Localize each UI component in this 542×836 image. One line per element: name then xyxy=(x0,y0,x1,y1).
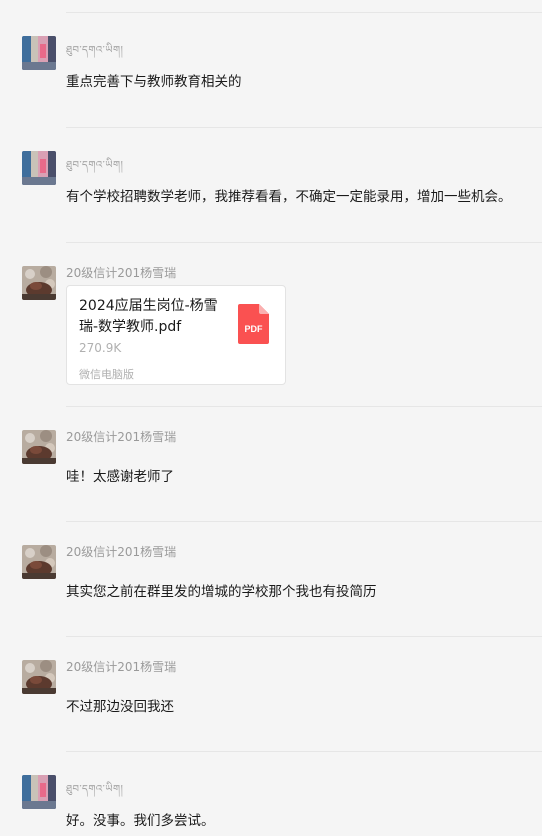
sender-name: ཐུབ་དགའ་ཡིག། xyxy=(66,160,124,171)
message-divider xyxy=(66,406,542,407)
message-divider xyxy=(66,521,542,522)
message-divider xyxy=(66,242,542,243)
sender-name: ཐུབ་དགའ་ཡིག། xyxy=(66,45,124,56)
message-divider xyxy=(66,127,542,128)
student-avatar[interactable] xyxy=(22,545,56,579)
message-text[interactable]: 哇！太感谢老师了 xyxy=(66,465,532,485)
message-text[interactable]: 不过那边没回我还 xyxy=(66,695,532,715)
sender-name: 20级信计201杨雪瑞 xyxy=(66,545,177,559)
teacher-avatar[interactable] xyxy=(22,151,56,185)
sender-name: ཐུབ་དགའ་ཡིག། xyxy=(66,784,124,795)
message-text[interactable]: 重点完善下与教师教育相关的 xyxy=(66,70,532,90)
message-text[interactable]: 有个学校招聘数学老师，我推荐看看，不确定一定能录用，增加一些机会。 xyxy=(66,185,532,205)
message-text[interactable]: 好。没事。我们多尝试。 xyxy=(66,809,532,829)
pdf-file-icon: PDF xyxy=(238,304,269,344)
sender-name: 20级信计201杨雪瑞 xyxy=(66,430,177,444)
sender-name: 20级信计201杨雪瑞 xyxy=(66,660,177,674)
sender-name: 20级信计201杨雪瑞 xyxy=(66,266,177,280)
student-avatar[interactable] xyxy=(22,430,56,464)
message-divider xyxy=(66,12,542,13)
file-size: 270.9K xyxy=(79,341,122,355)
file-name: 2024应届生岗位-杨雪瑞-数学教师.pdf xyxy=(79,298,218,335)
message-text[interactable]: 其实您之前在群里发的增城的学校那个我也有投简历 xyxy=(66,580,532,600)
chat-history: ཐུབ་དགའ་ཡིག། 重点完善下与教师教育相关的 ཐུབ་དགའ་ཡིག། … xyxy=(0,0,542,836)
message-divider xyxy=(66,636,542,637)
file-source: 微信电脑版 xyxy=(79,368,134,381)
student-avatar[interactable] xyxy=(22,266,56,300)
pdf-icon-label: PDF xyxy=(245,324,264,334)
teacher-avatar[interactable] xyxy=(22,775,56,809)
file-attachment-card[interactable]: 2024应届生岗位-杨雪瑞-数学教师.pdf PDF 270.9K 微信电脑版 xyxy=(66,285,286,385)
message-divider xyxy=(66,751,542,752)
student-avatar[interactable] xyxy=(22,660,56,694)
teacher-avatar[interactable] xyxy=(22,36,56,70)
